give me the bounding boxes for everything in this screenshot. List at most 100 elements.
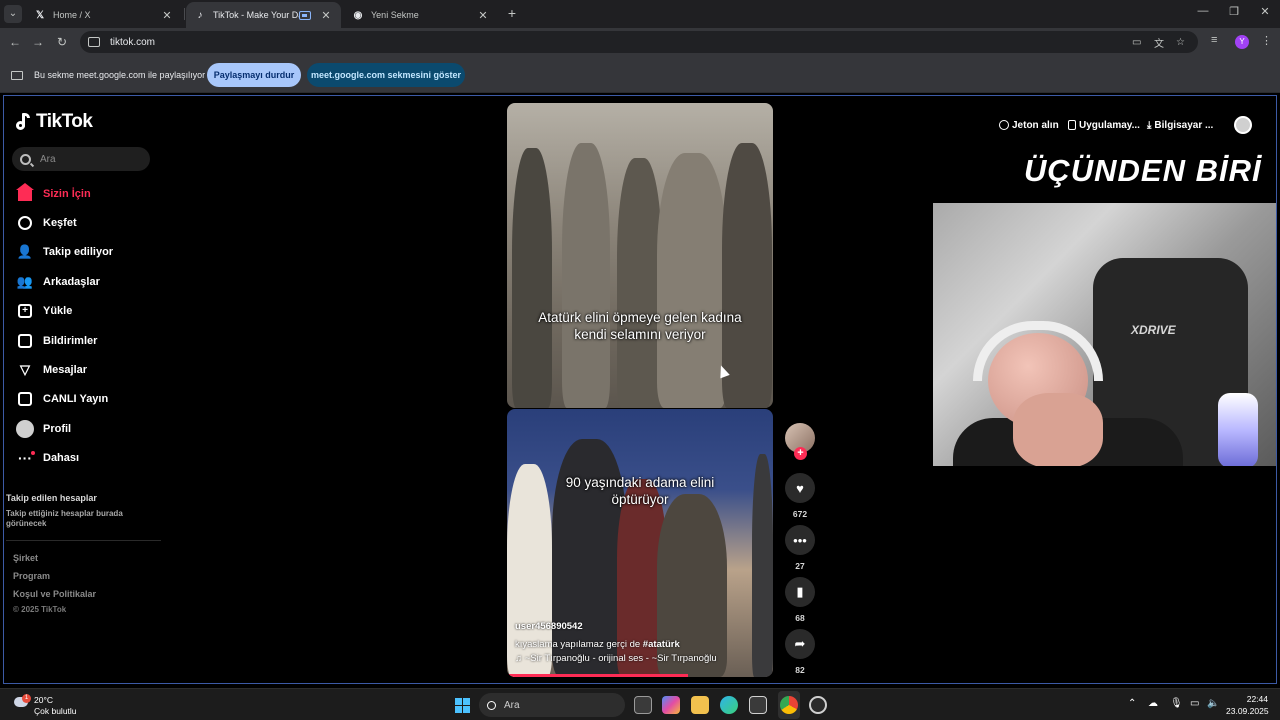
sidebar-item-more[interactable]: ··· Dahası (16, 444, 166, 473)
message-icon: ▽ (20, 362, 30, 378)
webcam-feed: XDRIVE (933, 203, 1276, 466)
clock-date[interactable]: 23.09.2025 (1226, 706, 1269, 716)
footer-link-terms[interactable]: Koşul ve Politikalar (13, 589, 96, 599)
sidebar-item-friends[interactable]: 👥 Arkadaşlar (16, 267, 166, 296)
sidebar-item-following[interactable]: 👤 Takip ediliyor (16, 238, 166, 267)
back-arrow-icon[interactable]: ← (7, 34, 23, 50)
stop-sharing-button[interactable]: Paylaşmayı durdur (207, 63, 301, 87)
tab-search-chevron-icon[interactable]: ⌄ (4, 5, 22, 23)
video-progress-bar[interactable] (507, 674, 688, 677)
volume-icon[interactable]: 🔈 (1207, 698, 1219, 709)
desktop-app-label: Bilgisayar ... (1154, 119, 1214, 131)
close-icon[interactable]: ✕ (476, 9, 490, 22)
video-figure (752, 454, 773, 677)
weather-temperature[interactable]: 20°C (34, 695, 53, 705)
follow-plus-icon[interactable]: + (794, 447, 807, 460)
video-caption: Atatürk elini öpmeye gelen kadına kendi … (538, 310, 742, 342)
close-icon[interactable]: ✕ (319, 9, 333, 22)
x-logo-icon: 𝕏 (35, 9, 45, 21)
reload-icon[interactable]: ↻ (54, 34, 70, 50)
onedrive-cloud-icon[interactable]: ☁ (1148, 698, 1158, 709)
network-icon[interactable]: ▭ (1190, 698, 1199, 709)
video-figure (512, 148, 552, 408)
friends-icon: 👥 (16, 273, 34, 289)
chevron-up-icon[interactable]: ⌃ (1128, 698, 1136, 709)
creator-avatar[interactable]: + (785, 423, 815, 460)
chrome-icon[interactable] (780, 696, 798, 714)
sidebar-item-live[interactable]: CANLI Yayın (16, 385, 166, 414)
share-arrow-icon[interactable]: ➦ (785, 629, 815, 659)
taskbar-search-input[interactable]: Ara (479, 693, 625, 717)
sidebar-item-label: Arkadaşlar (43, 275, 100, 288)
forward-arrow-icon[interactable]: → (30, 34, 46, 50)
sidebar-item-label: Bildirimler (43, 334, 98, 347)
video-card-1[interactable]: Atatürk elini öpmeye gelen kadına kendi … (507, 103, 773, 408)
start-windows-icon[interactable] (455, 698, 470, 713)
sidebar-item-upload[interactable]: + Yükle (16, 297, 166, 326)
tab-label: TikTok - Make Your Day (213, 10, 299, 20)
close-icon[interactable]: ✕ (160, 9, 174, 22)
sharing-message: Bu sekme meet.google.com ile paylaşılıyo… (34, 70, 206, 80)
menu-dots-icon[interactable]: ⋮ (1261, 34, 1272, 47)
tab-tiktok[interactable]: ♪ TikTok - Make Your Day ✕ (186, 2, 341, 28)
task-view-icon[interactable] (634, 696, 652, 714)
desktop-app-button[interactable]: ⤓ Bilgisayar ... (1147, 116, 1213, 134)
sidebar-item-messages[interactable]: ▽ Mesajlar (16, 355, 166, 384)
sidebar-item-label: Takip ediliyor (43, 246, 114, 259)
bookmark-icon[interactable]: ▮ (785, 577, 815, 607)
get-coins-label: Jeton alın (1012, 119, 1059, 131)
bookmark-star-icon[interactable]: ☆ (1176, 31, 1185, 53)
tab-new-tab[interactable]: ◉ Yeni Sekme ✕ (344, 2, 498, 28)
sidebar-item-label: Dahası (43, 452, 80, 465)
video-username[interactable]: user456890542 (515, 621, 583, 632)
following-subtext: Takip ettiğiniz hesaplar burada görünece… (6, 509, 123, 528)
site-info-icon[interactable] (88, 37, 100, 47)
get-app-button[interactable]: Uygulamay... (1068, 116, 1140, 134)
address-bar[interactable]: tiktok.com ▭ 文 ☆ (80, 31, 1198, 53)
cast-icon[interactable]: ▭ (1132, 31, 1141, 53)
comment-icon[interactable]: ••• (785, 525, 815, 555)
get-coins-button[interactable]: Jeton alın (999, 116, 1059, 134)
video-card-2[interactable]: 90 yaşındaki adama elini öptürüyor user4… (507, 409, 773, 677)
media-control-icon[interactable]: ≡ (1211, 34, 1217, 46)
minimize-icon[interactable]: — (1188, 5, 1218, 17)
footer-link-program[interactable]: Program (13, 571, 50, 581)
compass-icon (16, 214, 34, 232)
file-explorer-icon[interactable] (691, 696, 709, 714)
sidebar-item-label: CANLI Yayın (43, 393, 109, 406)
edge-browser-icon[interactable] (720, 696, 738, 714)
sidebar-item-for-you[interactable]: Sizin İçin (16, 179, 166, 208)
new-tab-plus-icon[interactable]: + (503, 4, 521, 22)
copyright: © 2025 TikTok (13, 605, 67, 614)
sidebar-item-label: Keşfet (43, 217, 77, 230)
clock-time[interactable]: 22:44 (1238, 694, 1268, 704)
screen-share-icon[interactable] (299, 10, 311, 20)
restore-icon[interactable]: ❐ (1219, 5, 1249, 18)
sidebar-item-notifications[interactable]: Bildirimler (16, 326, 166, 355)
tab-label: Yeni Sekme (371, 10, 419, 20)
store-icon[interactable] (749, 696, 767, 714)
video-figure (562, 143, 610, 408)
window-close-icon[interactable]: ✕ (1250, 5, 1280, 18)
get-app-label: Uygulamay... (1079, 119, 1140, 131)
tab-divider (184, 8, 185, 20)
microphone-icon[interactable]: 🎙 (1170, 698, 1183, 709)
profile-avatar[interactable] (1234, 116, 1252, 134)
weather-description[interactable]: Çok bulutlu (34, 706, 77, 716)
tiktok-logo[interactable]: TikTok (16, 111, 93, 133)
sidebar-item-label: Mesajlar (43, 364, 88, 377)
save-count: 68 (795, 613, 805, 623)
like-heart-icon[interactable]: ♥ (785, 473, 815, 503)
translate-icon[interactable]: 文 (1154, 31, 1164, 53)
sidebar-item-profile[interactable]: Profil (16, 414, 166, 443)
footer-link-company[interactable]: Şirket (13, 553, 38, 563)
copilot-icon[interactable] (662, 696, 680, 714)
show-meet-tab-button[interactable]: meet.google.com sekmesini göster (307, 63, 465, 87)
video-music[interactable]: ♫ ~Sir Tırpanoğlu - orijinal ses - ~Sir … (515, 653, 717, 664)
sidebar-item-explore[interactable]: Keşfet (16, 208, 166, 237)
tab-home-x[interactable]: 𝕏 Home / X ✕ (26, 2, 182, 28)
obs-icon[interactable] (809, 696, 827, 714)
profile-avatar[interactable]: Y (1235, 35, 1249, 49)
search-input[interactable]: Ara (12, 147, 150, 171)
hashtag-link[interactable]: #atatürk (643, 639, 680, 650)
